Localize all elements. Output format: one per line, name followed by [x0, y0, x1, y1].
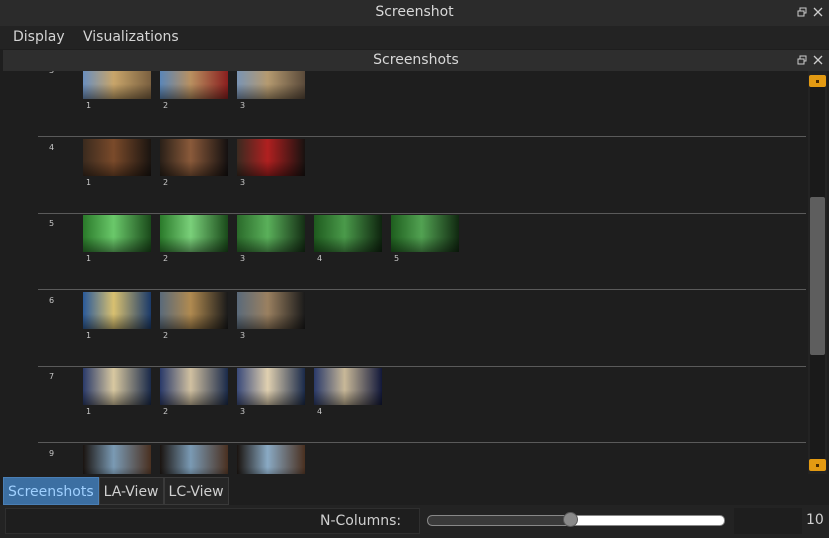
thumbnail-shade — [237, 161, 305, 176]
thumbnail-shade — [160, 390, 228, 405]
close-panel-icon[interactable] — [811, 53, 825, 67]
screenshot-thumbnail[interactable] — [237, 71, 305, 99]
screenshot-thumbnail[interactable] — [83, 445, 151, 474]
thumbnail-label: 2 — [163, 407, 169, 416]
thumbnail-shade — [237, 467, 305, 474]
thumbnail-shade — [160, 161, 228, 176]
screenshot-thumbnail[interactable] — [237, 139, 305, 176]
menu-display[interactable]: Display — [13, 29, 65, 45]
tab-la-view[interactable]: LA-View — [98, 477, 164, 505]
thumbnail-label: 3 — [240, 178, 246, 187]
screenshots-panel-header: Screenshots — [3, 50, 829, 71]
ncolumns-label: N-Columns: — [320, 513, 402, 529]
thumbnail-shade — [83, 237, 151, 252]
thumbnail-shade — [83, 161, 151, 176]
screenshot-thumbnail[interactable] — [237, 215, 305, 252]
tab-lc-view[interactable]: LC-View — [163, 477, 229, 505]
screenshot-thumbnail[interactable] — [83, 292, 151, 329]
thumbnail-label: 1 — [86, 254, 92, 263]
thumbnail-label: 5 — [394, 254, 400, 263]
thumbnail-shade — [237, 314, 305, 329]
screenshot-thumbnail[interactable] — [391, 215, 459, 252]
thumbnail-label: 4 — [317, 254, 323, 263]
window-title: Screenshot — [375, 4, 454, 20]
thumbnail-label: 3 — [240, 407, 246, 416]
thumbnail-label: 2 — [163, 101, 169, 110]
thumbnail-label: 4 — [317, 407, 323, 416]
thumbnail-label: 1 — [86, 101, 92, 110]
thumbnail-shade — [83, 84, 151, 99]
vertical-scrollbar[interactable] — [808, 71, 827, 474]
scroll-handle[interactable] — [810, 197, 825, 355]
tab-screenshots[interactable]: Screenshots — [3, 477, 99, 505]
float-window-icon[interactable] — [795, 5, 809, 19]
screenshot-thumbnail[interactable] — [237, 445, 305, 474]
screenshot-thumbnail[interactable] — [314, 368, 382, 405]
thumbnail-label: 3 — [240, 254, 246, 263]
screenshot-row: 5 1 2 3 4 5 — [3, 213, 808, 290]
thumbnail-label: 1 — [86, 407, 92, 416]
screenshot-thumbnail[interactable] — [237, 292, 305, 329]
screenshot-thumbnail[interactable] — [237, 368, 305, 405]
screenshot-thumbnail[interactable] — [83, 71, 151, 99]
thumbnail-label: 1 — [86, 178, 92, 187]
thumbnail-shade — [391, 237, 459, 252]
bottom-toolbar: N-Columns: 10 — [0, 505, 829, 538]
close-window-icon[interactable] — [811, 5, 825, 19]
screenshot-row: 3 1 2 3 — [3, 71, 808, 137]
screenshot-thumbnail[interactable] — [83, 368, 151, 405]
slider-handle[interactable] — [563, 512, 579, 527]
scroll-down-icon[interactable] — [809, 459, 826, 471]
thumbnail-shade — [314, 237, 382, 252]
screenshot-thumbnail[interactable] — [160, 139, 228, 176]
screenshot-row: 9123 — [3, 443, 808, 474]
row-number: 4 — [49, 143, 55, 152]
row-number: 5 — [49, 219, 55, 228]
thumbnail-shade — [160, 467, 228, 474]
screenshot-thumbnail[interactable] — [83, 215, 151, 252]
thumbnail-shade — [237, 237, 305, 252]
menu-bar: Display Visualizations — [0, 26, 829, 49]
screenshot-thumbnail[interactable] — [160, 215, 228, 252]
thumbnail-shade — [237, 84, 305, 99]
value-box — [734, 508, 802, 534]
thumbnail-shade — [314, 390, 382, 405]
screenshot-thumbnail[interactable] — [160, 292, 228, 329]
thumbnail-shade — [83, 390, 151, 405]
screenshot-grid: 3 1 2 3 4 1 2 3 5 1 2 3 4 5 6 1 2 3 7 1 2 3 4 9123 — [3, 71, 808, 474]
row-number: 9 — [49, 449, 55, 458]
thumbnail-shade — [83, 314, 151, 329]
thumbnail-label: 1 — [86, 331, 92, 340]
row-number: 7 — [49, 372, 55, 381]
thumbnail-shade — [83, 467, 151, 474]
thumbnail-shade — [160, 314, 228, 329]
slider-fill — [428, 516, 572, 525]
scroll-track[interactable] — [810, 87, 825, 459]
thumbnail-shade — [237, 390, 305, 405]
window-titlebar: Screenshot — [0, 0, 829, 26]
thumbnail-shade — [160, 237, 228, 252]
view-tabs: Screenshots LA-View LC-View — [3, 477, 229, 505]
screenshot-row: 6 1 2 3 — [3, 290, 808, 367]
thumbnail-label: 2 — [163, 254, 169, 263]
screenshot-thumbnail[interactable] — [160, 445, 228, 474]
thumbnail-shade — [160, 84, 228, 99]
screenshot-thumbnail[interactable] — [314, 215, 382, 252]
thumbnail-label: 2 — [163, 178, 169, 187]
thumbnail-label: 3 — [240, 331, 246, 340]
thumbnail-label: 2 — [163, 331, 169, 340]
screenshot-thumbnail[interactable] — [83, 139, 151, 176]
screenshot-thumbnail[interactable] — [160, 71, 228, 99]
row-number: 6 — [49, 296, 55, 305]
float-panel-icon[interactable] — [795, 53, 809, 67]
scroll-up-icon[interactable] — [809, 75, 826, 87]
panel-title: Screenshots — [373, 52, 459, 68]
row-number: 3 — [49, 71, 54, 75]
screenshot-row: 7 1 2 3 4 — [3, 366, 808, 443]
thumbnail-label: 3 — [240, 101, 246, 110]
screenshot-row: 4 1 2 3 — [3, 137, 808, 214]
screenshot-thumbnail[interactable] — [160, 368, 228, 405]
ncolumns-value: 10 — [806, 512, 824, 528]
menu-visualizations[interactable]: Visualizations — [83, 29, 179, 45]
